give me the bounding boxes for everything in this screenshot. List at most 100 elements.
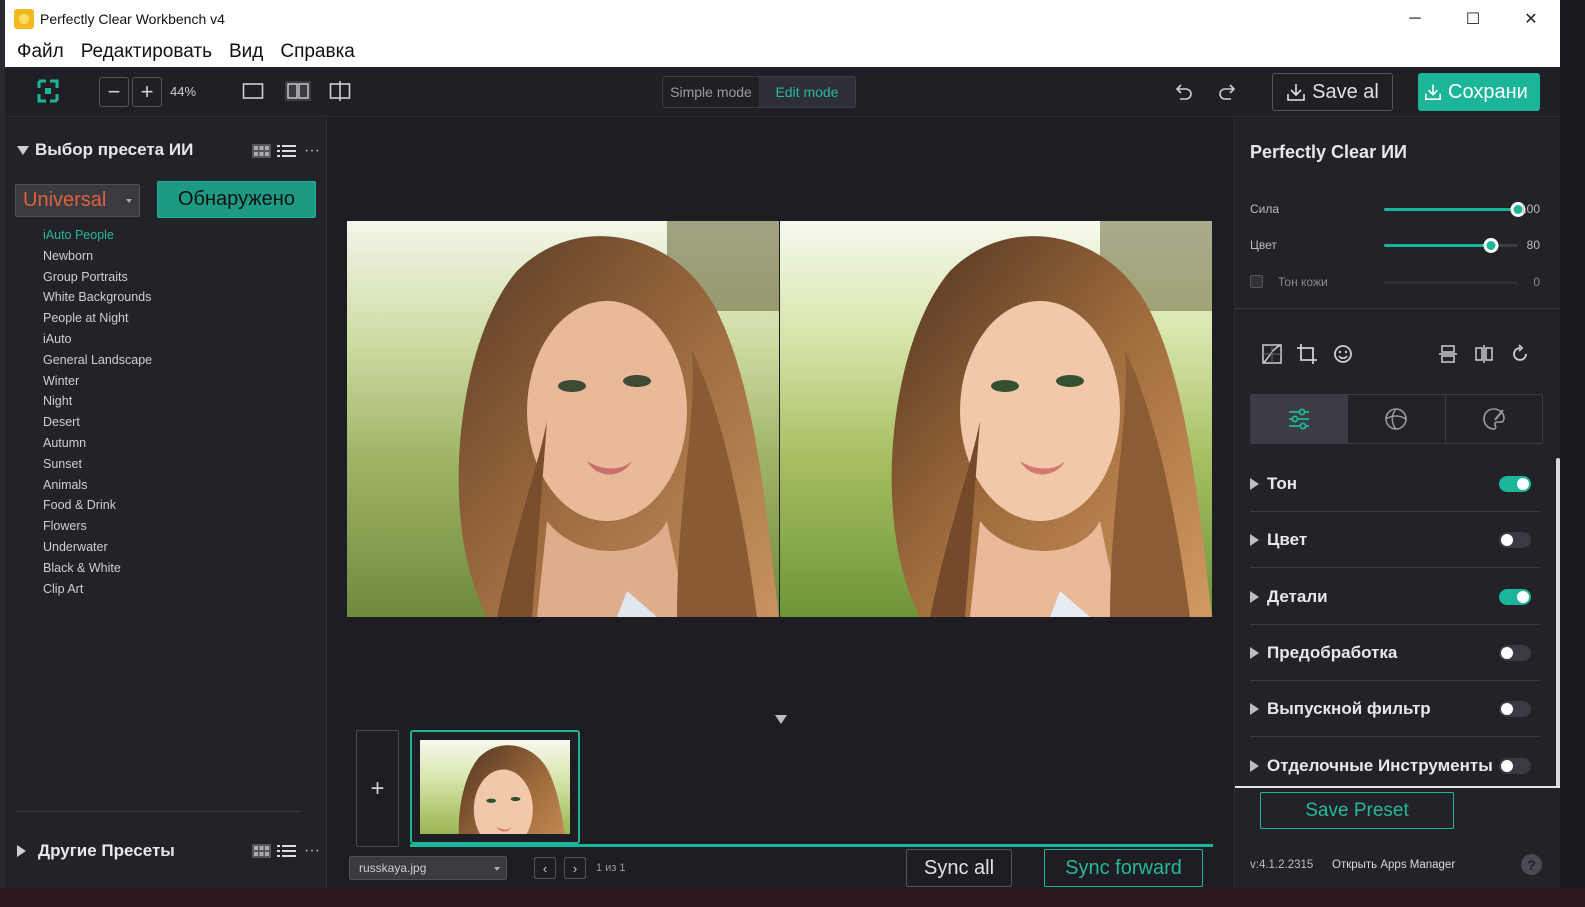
after-image[interactable] xyxy=(780,221,1212,617)
filmstrip-collapse-icon[interactable] xyxy=(775,715,787,724)
menu-edit[interactable]: Редактировать xyxy=(76,41,217,63)
slider-handle[interactable] xyxy=(1483,238,1499,253)
curves-icon[interactable] xyxy=(1260,342,1284,366)
prev-image-button[interactable]: ‹ xyxy=(534,857,556,879)
preset-panel-header[interactable]: Выбор пресета ИИ xyxy=(17,140,193,160)
file-select[interactable]: russkaya.jpg xyxy=(349,856,507,880)
app-brand-icon[interactable] xyxy=(37,79,59,103)
more-options-icon[interactable]: ··· xyxy=(304,842,320,860)
section-tone[interactable]: Тон xyxy=(1250,456,1540,512)
preset-item[interactable]: White Backgrounds xyxy=(43,287,152,308)
preset-item[interactable]: Newborn xyxy=(43,246,152,267)
next-image-button[interactable]: › xyxy=(564,857,586,879)
preset-item[interactable]: Winter xyxy=(43,371,152,392)
section-preprocessing[interactable]: Предобработка xyxy=(1250,625,1540,681)
title-bar: Perfectly Clear Workbench v4 ─ ☐ ✕ xyxy=(5,0,1560,37)
thumbnail-photo xyxy=(420,740,570,834)
filmstrip-thumbnail[interactable] xyxy=(410,730,580,844)
preset-item[interactable]: Food & Drink xyxy=(43,495,152,516)
toggle-knob xyxy=(1517,478,1529,490)
preset-item[interactable]: Sunset xyxy=(43,454,152,475)
portrait-photo-after xyxy=(780,221,1212,617)
before-image[interactable] xyxy=(347,221,779,617)
expand-triangle-icon xyxy=(1250,760,1259,772)
flip-horizontal-icon[interactable] xyxy=(1472,342,1496,366)
rotate-icon[interactable] xyxy=(1508,342,1532,366)
zoom-out-button[interactable]: − xyxy=(99,77,129,107)
tab-color-effects[interactable] xyxy=(1348,395,1446,443)
section-graduated-filter[interactable]: Выпускной фильтр xyxy=(1250,681,1540,737)
zoom-in-button[interactable]: + xyxy=(132,77,162,107)
preset-item[interactable]: Clip Art xyxy=(43,579,152,600)
list-view-icon[interactable] xyxy=(277,144,296,159)
edit-mode-button[interactable]: Edit mode xyxy=(759,77,855,107)
details-toggle[interactable] xyxy=(1499,589,1531,605)
tab-adjustments[interactable] xyxy=(1251,395,1349,443)
preset-item[interactable]: iAuto People xyxy=(43,225,152,246)
simple-mode-button[interactable]: Simple mode xyxy=(663,77,759,107)
strength-slider-row: Сила 100 xyxy=(1250,199,1550,219)
preset-item[interactable]: Autumn xyxy=(43,433,152,454)
section-details[interactable]: Детали xyxy=(1250,569,1540,625)
color-value: 80 xyxy=(1526,238,1540,252)
preset-item[interactable]: Night xyxy=(43,391,152,412)
toolbar: − + 44% Simple mode Edit mode Save al Со… xyxy=(5,67,1560,117)
tone-toggle[interactable] xyxy=(1499,476,1531,492)
preset-item[interactable]: Group Portraits xyxy=(43,267,152,288)
help-icon[interactable]: ? xyxy=(1521,854,1542,875)
close-button[interactable]: ✕ xyxy=(1502,0,1560,37)
add-image-button[interactable]: + xyxy=(356,730,399,847)
graduated-filter-toggle[interactable] xyxy=(1499,701,1531,717)
finishing-tools-toggle[interactable] xyxy=(1499,758,1531,774)
color-slider[interactable] xyxy=(1384,238,1518,253)
strength-slider[interactable] xyxy=(1384,202,1526,217)
preset-item[interactable]: Black & White xyxy=(43,558,152,579)
minimize-button[interactable]: ─ xyxy=(1386,0,1444,37)
flip-vertical-icon[interactable] xyxy=(1436,342,1460,366)
split-view-icon[interactable] xyxy=(329,81,351,101)
single-view-icon[interactable] xyxy=(242,81,264,101)
preprocessing-toggle[interactable] xyxy=(1499,645,1531,661)
open-apps-manager-link[interactable]: Открыть Apps Manager xyxy=(1332,859,1455,871)
preset-item[interactable]: Underwater xyxy=(43,537,152,558)
preset-item[interactable]: Flowers xyxy=(43,516,152,537)
sliders-icon xyxy=(1289,408,1310,430)
color-toggle[interactable] xyxy=(1499,532,1531,548)
save-preset-button[interactable]: Save Preset xyxy=(1260,792,1454,829)
grid-view-icon[interactable] xyxy=(252,844,271,858)
adjustment-tabs xyxy=(1250,394,1543,444)
sync-all-button[interactable]: Sync all xyxy=(906,849,1012,887)
menu-help[interactable]: Справка xyxy=(275,41,360,63)
tab-retouch[interactable] xyxy=(1446,395,1542,443)
save-all-button[interactable]: Save al xyxy=(1272,73,1393,111)
detected-button[interactable]: Обнаружено xyxy=(157,181,316,218)
menu-view[interactable]: Вид xyxy=(224,41,268,63)
undo-icon[interactable] xyxy=(1172,81,1194,103)
menu-file[interactable]: Файл xyxy=(12,41,69,63)
preset-item[interactable]: Animals xyxy=(43,475,152,496)
preset-view-controls: ··· xyxy=(252,142,320,160)
preset-list: iAuto People Newborn Group Portraits Whi… xyxy=(43,225,152,599)
other-presets-header[interactable]: Другие Пресеты xyxy=(17,841,175,861)
face-icon[interactable] xyxy=(1331,342,1355,366)
save-button[interactable]: Сохрани xyxy=(1418,73,1540,111)
preset-item[interactable]: People at Night xyxy=(43,308,152,329)
skin-tone-checkbox[interactable] xyxy=(1250,275,1263,288)
preset-item[interactable]: Desert xyxy=(43,412,152,433)
list-view-icon[interactable] xyxy=(277,844,296,859)
section-graduated-filter-label: Выпускной фильтр xyxy=(1267,698,1431,718)
filmstrip-scrollbar[interactable] xyxy=(410,844,1213,847)
grid-view-icon[interactable] xyxy=(252,144,271,158)
preset-category-select[interactable]: Universal xyxy=(15,184,140,217)
section-color[interactable]: Цвет xyxy=(1250,512,1540,568)
maximize-button[interactable]: ☐ xyxy=(1444,0,1502,37)
expand-triangle-icon xyxy=(1250,590,1259,603)
crop-icon[interactable] xyxy=(1295,342,1319,366)
preset-item[interactable]: General Landscape xyxy=(43,350,152,371)
sync-forward-button[interactable]: Sync forward xyxy=(1044,849,1203,887)
more-options-icon[interactable]: ··· xyxy=(304,142,320,160)
skin-tone-slider[interactable] xyxy=(1384,281,1518,284)
side-by-side-view-icon[interactable] xyxy=(285,81,311,101)
preset-item[interactable]: iAuto xyxy=(43,329,152,350)
redo-icon[interactable] xyxy=(1217,81,1239,103)
